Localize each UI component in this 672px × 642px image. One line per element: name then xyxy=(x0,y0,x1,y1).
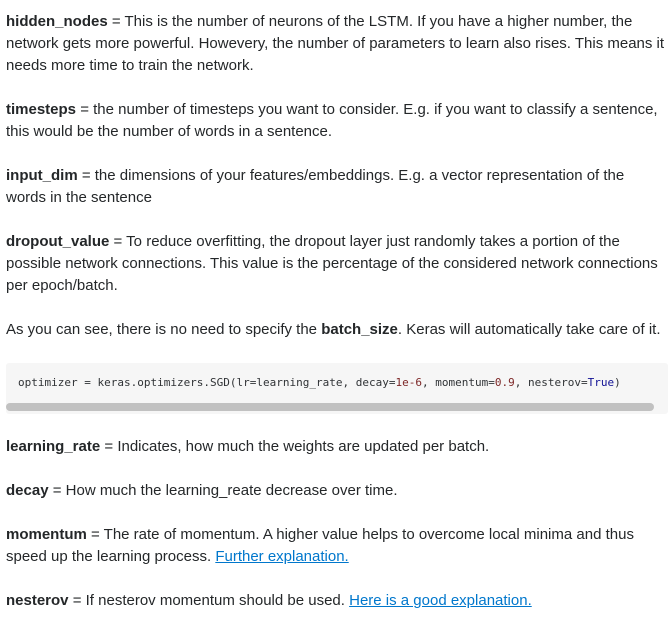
param-decay: decay = How much the learning_reate decr… xyxy=(6,480,668,502)
param-learning-rate: learning_rate = Indicates, how much the … xyxy=(6,436,668,458)
param-term: nesterov xyxy=(6,592,69,609)
param-term: hidden_nodes xyxy=(6,13,108,30)
param-term: decay xyxy=(6,482,49,499)
param-term: input_dim xyxy=(6,167,78,184)
param-description: = Indicates, how much the weights are up… xyxy=(100,438,490,455)
code-text: ) xyxy=(614,376,621,389)
param-input-dim: input_dim = the dimensions of your featu… xyxy=(6,165,668,209)
horizontal-scrollbar[interactable] xyxy=(6,403,654,411)
param-dropout-value: dropout_value = To reduce overfitting, t… xyxy=(6,231,668,297)
code-line: optimizer = keras.optimizers.SGD(lr=lear… xyxy=(18,374,621,391)
code-text: optimizer = keras.optimizers.SGD(lr=lear… xyxy=(18,376,396,389)
code-keyword: True xyxy=(587,376,615,389)
param-description: = the number of timesteps you want to co… xyxy=(6,101,658,140)
param-momentum: momentum = The rate of momentum. A highe… xyxy=(6,524,668,568)
answer-body: hidden_nodes = This is the number of neu… xyxy=(0,11,668,612)
code-number: 1e-6 xyxy=(395,376,423,389)
code-text: , momentum= xyxy=(422,376,495,389)
param-term: dropout_value xyxy=(6,233,110,250)
param-description: = How much the learning_reate decrease o… xyxy=(48,482,398,499)
code-number: 0.9 xyxy=(494,376,515,389)
note-text: . Keras will automatically take care of … xyxy=(397,321,661,338)
param-term: learning_rate xyxy=(6,438,101,455)
good-explanation-link[interactable]: Here is a good explanation. xyxy=(349,592,532,609)
note-text: As you can see, there is no need to spec… xyxy=(6,321,322,338)
code-block[interactable]: optimizer = keras.optimizers.SGD(lr=lear… xyxy=(6,363,668,414)
param-description: = the dimensions of your features/embedd… xyxy=(6,167,625,206)
param-term: timesteps xyxy=(6,101,77,118)
batch-size-note: As you can see, there is no need to spec… xyxy=(6,319,668,341)
further-explanation-link[interactable]: Further explanation. xyxy=(215,548,348,565)
param-timesteps: timesteps = the number of timesteps you … xyxy=(6,99,668,143)
param-description: = If nesterov momentum should be used. xyxy=(68,592,350,609)
param-term: momentum xyxy=(6,526,87,543)
param-hidden-nodes: hidden_nodes = This is the number of neu… xyxy=(6,11,668,77)
note-term: batch_size xyxy=(321,321,398,338)
code-text: , nesterov= xyxy=(514,376,588,389)
param-nesterov: nesterov = If nesterov momentum should b… xyxy=(6,590,668,612)
